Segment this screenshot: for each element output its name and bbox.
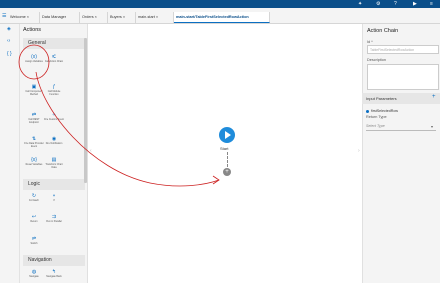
actions-scrollbar[interactable] (84, 38, 87, 183)
id-field[interactable]: TableFirstSelectedRowAction (367, 45, 439, 54)
add-parameter-icon[interactable]: + (432, 94, 436, 100)
description-label: Description (367, 58, 386, 62)
description-field[interactable] (367, 64, 439, 90)
fire-notification-item[interactable]: ◉ Fire Notification (44, 136, 64, 145)
properties-panel: Action Chain Id * TableFirstSelectedRowA… (362, 24, 440, 283)
tab-welcome[interactable]: Welcome × (8, 12, 40, 23)
switch-item[interactable]: ⇌ Switch (24, 236, 44, 245)
tab-main-start[interactable]: main-start × (136, 12, 174, 23)
tab-data-manager[interactable]: Data Manager (40, 12, 80, 23)
id-label: Id * (367, 40, 373, 44)
tabs-menu-icon[interactable]: ☰ (2, 13, 6, 19)
chevron-down-icon[interactable]: ▾ (431, 124, 433, 129)
flow-connector (227, 152, 228, 167)
reset-variables-item[interactable]: {x} Reset Variables (24, 157, 44, 166)
start-node-icon[interactable] (219, 127, 235, 143)
section-navigation[interactable]: Navigation (23, 255, 85, 266)
gear-icon[interactable]: ⚙ (376, 1, 380, 7)
help-icon[interactable]: ? (394, 1, 397, 7)
section-general[interactable]: General (23, 38, 85, 49)
tab-action-chain[interactable]: main-start/TableFirstSelectedRowAction (174, 12, 270, 23)
if-item[interactable]: ⑂ If (44, 193, 64, 202)
tab-buyers[interactable]: Buyers × (108, 12, 136, 23)
return-type-select[interactable]: Select Type (366, 122, 436, 131)
run-icon[interactable]: ▶ (413, 1, 417, 7)
parameter-item[interactable]: firstSelectedRow (366, 109, 398, 113)
fire-custom-event-item[interactable]: ✧ Fire Custom Event (44, 112, 64, 121)
side-rail: ◈ ‹› { } (0, 24, 20, 283)
tab-orders[interactable]: Orders × (80, 12, 108, 23)
call-action-chain-item[interactable]: ⑆ Call Action Chain (44, 54, 64, 63)
transform-chart-data-item[interactable]: ▤ Transform Chart Data (44, 157, 64, 169)
navigate-item[interactable]: ◍ Navigate (24, 269, 44, 278)
top-bar: ✦ ⚙ ? ▶ ≡ (0, 0, 440, 8)
assign-variables-item[interactable]: (x) Assign Variables (24, 54, 44, 63)
call-module-function-item[interactable]: ƒ Call Module Function (44, 84, 64, 96)
add-action-button[interactable]: + (223, 168, 231, 176)
call-component-method-item[interactable]: ▣ Call Component Method (24, 84, 44, 96)
start-label: Start (220, 146, 229, 151)
section-logic[interactable]: Logic (23, 179, 85, 190)
run-in-parallel-item[interactable]: ⇉ Run in Parallel (44, 214, 64, 223)
code-rail-icon[interactable]: ‹› (7, 38, 10, 44)
return-type-label: Return Type (366, 115, 387, 119)
variables-rail-icon[interactable]: { } (7, 51, 12, 57)
fire-data-provider-event-item[interactable]: ⇅ Fire Data Provider Event (24, 136, 44, 148)
actions-panel-title: Actions (23, 27, 42, 33)
menu-icon[interactable]: ≡ (430, 1, 433, 7)
actions-panel: Actions General (x) Assign Variables ⑆ Cal… (20, 24, 88, 283)
settings-icon[interactable]: ✦ (358, 1, 362, 7)
call-rest-endpoint-item[interactable]: ⇄ Call REST Endpoint (24, 112, 44, 124)
navigate-back-item[interactable]: ↰ Navigate Back (44, 269, 64, 278)
collapse-right-icon[interactable]: › (358, 148, 360, 154)
for-each-item[interactable]: ↻ For Each (24, 193, 44, 202)
action-chain-canvas[interactable] (88, 24, 362, 283)
properties-title: Action Chain (367, 28, 399, 34)
editor-tabs: ☰ Welcome × Data Manager Orders × Buyers… (0, 8, 440, 24)
actions-rail-icon[interactable]: ◈ (7, 26, 11, 32)
input-parameters-label: Input Parameters (366, 96, 397, 101)
return-item[interactable]: ↩ Return (24, 214, 44, 223)
input-parameters-header: Input Parameters + (362, 93, 440, 104)
collapse-left-icon[interactable]: ‹ (90, 148, 92, 154)
